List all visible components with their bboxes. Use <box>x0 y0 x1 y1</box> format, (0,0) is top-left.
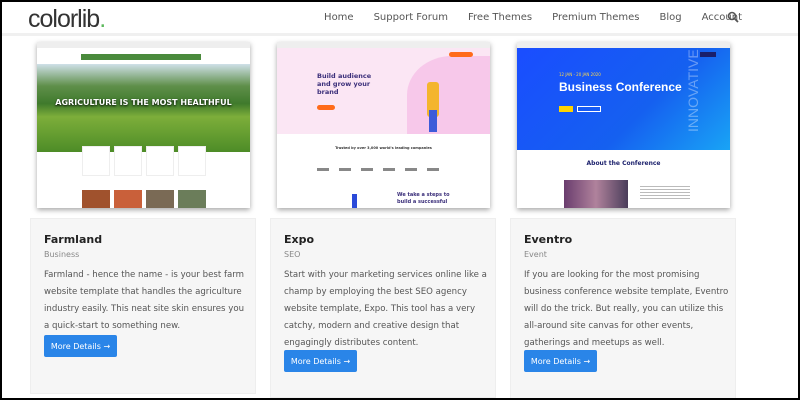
more-details-button[interactable]: More Details → <box>284 350 357 372</box>
more-details-button[interactable]: More Details → <box>524 350 597 372</box>
expo-headline: Build audience and grow your brand <box>317 72 372 96</box>
card-title[interactable]: Eventro <box>524 233 572 246</box>
eventro-thumbnail[interactable]: 12 JAN - 20 JAN 2020 Business Conference… <box>517 42 730 208</box>
theme-card-eventro: Eventro Event If you are looking for the… <box>510 218 736 398</box>
eventro-about: About the Conference <box>586 160 661 167</box>
nav-blog[interactable]: Blog <box>660 12 682 23</box>
card-description: Farmland - hence the name - is your best… <box>44 270 245 331</box>
card-description: If you are looking for the most promisin… <box>524 270 729 348</box>
card-category: Business <box>44 250 80 259</box>
site-header: colorlib. Home Support Forum Free Themes… <box>2 2 798 36</box>
page: colorlib. Home Support Forum Free Themes… <box>2 2 798 398</box>
expo-thumbnail[interactable]: Build audience and grow your brand Trust… <box>277 42 490 208</box>
card-title[interactable]: Expo <box>284 233 314 246</box>
logo-dot: . <box>99 5 106 33</box>
nav-premium-themes[interactable]: Premium Themes <box>552 12 639 23</box>
main-nav: Home Support Forum Free Themes Premium T… <box>324 12 742 23</box>
card-title[interactable]: Farmland <box>44 233 102 246</box>
more-details-button[interactable]: More Details → <box>44 335 117 357</box>
card-category: Event <box>524 250 547 259</box>
eventro-side-text: INNOVATIVE <box>685 49 701 132</box>
card-description: Start with your marketing services onlin… <box>284 270 487 348</box>
nav-home[interactable]: Home <box>324 12 354 23</box>
theme-card-expo: Expo SEO Start with your marketing servi… <box>270 218 496 398</box>
nav-support-forum[interactable]: Support Forum <box>374 12 448 23</box>
colorlib-logo[interactable]: colorlib. <box>28 5 106 34</box>
eventro-headline: Business Conference <box>559 80 682 94</box>
card-category: SEO <box>284 250 301 259</box>
theme-card-farmland: Farmland Business Farmland - hence the n… <box>30 218 256 394</box>
eventro-date: 12 JAN - 20 JAN 2020 <box>559 72 601 77</box>
search-icon[interactable] <box>727 11 739 23</box>
expo-bottom-text: We take a steps to build a successful <box>397 192 450 205</box>
nav-free-themes[interactable]: Free Themes <box>468 12 532 23</box>
farmland-headline: AGRICULTURE IS THE MOST HEALTHFUL <box>55 98 232 107</box>
farmland-thumbnail[interactable]: AGRICULTURE IS THE MOST HEALTHFUL <box>37 42 250 208</box>
logo-text: colorlib <box>28 5 100 33</box>
expo-trusted: Trusted by over 3,000 world's leading co… <box>335 146 432 150</box>
